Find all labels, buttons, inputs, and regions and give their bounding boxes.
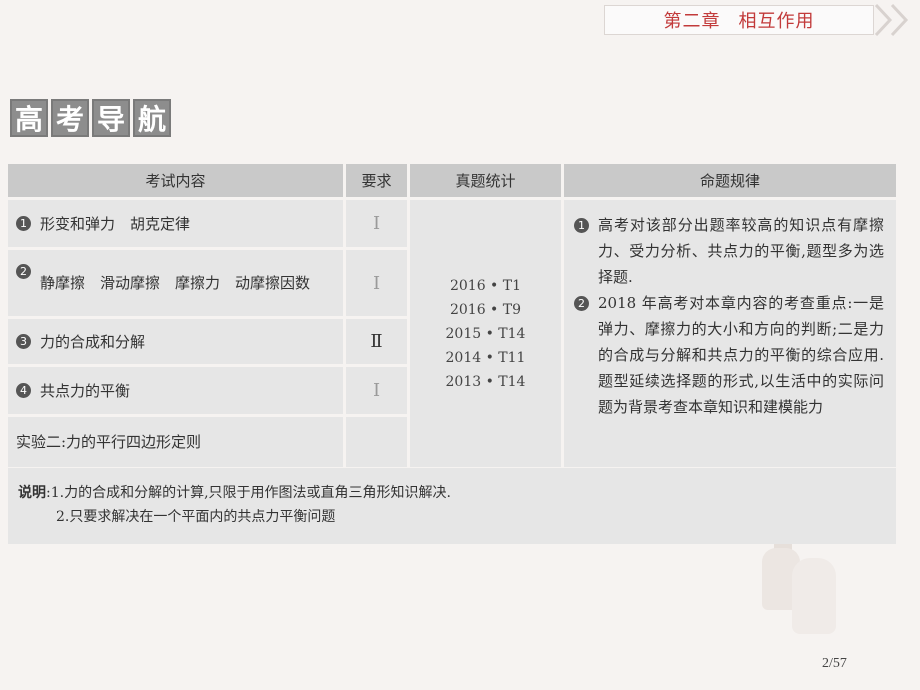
table-row: 1 形变和弹力 胡克定律 bbox=[8, 200, 343, 247]
table-row: 2 静摩擦 滑动摩擦 摩擦力 动摩擦因数 bbox=[8, 250, 343, 316]
background-decoration bbox=[792, 558, 836, 634]
header-rules: 命题规律 bbox=[564, 164, 896, 197]
header-requirement: 要求 bbox=[346, 164, 407, 197]
stat-entry: 2014 • T11 bbox=[445, 349, 526, 366]
note-line: 2.只要求解决在一个平面内的共点力平衡问题 bbox=[56, 509, 336, 525]
rule-number: 2 bbox=[574, 296, 589, 311]
stat-entry: 2015 • T14 bbox=[445, 325, 526, 342]
chapter-title: 相互作用 bbox=[738, 11, 815, 32]
stat-entry: 2013 • T14 bbox=[445, 373, 526, 390]
heading-char: 航 bbox=[133, 99, 171, 137]
note-box: 说明:1.力的合成和分解的计算,只限于用作图法或直角三角形知识解决. 2.只要求… bbox=[8, 468, 896, 544]
section-heading: 高 考 导 航 bbox=[10, 99, 171, 137]
chapter-number: 第二章 bbox=[663, 11, 721, 32]
requirement-level: Ⅰ bbox=[346, 367, 407, 414]
chevron-right-icon bbox=[874, 3, 909, 37]
content-text: 静摩擦 滑动摩擦 摩擦力 动摩擦因数 bbox=[40, 274, 311, 292]
stat-entry: 2016 • T1 bbox=[449, 277, 522, 294]
requirement-level bbox=[346, 417, 407, 467]
item-number: 1 bbox=[16, 216, 31, 231]
content-text: 实验二:力的平行四边形定则 bbox=[16, 433, 202, 451]
exam-rules: 1 高考对该部分出题率较高的知识点有摩擦力、受力分析、共点力的平衡,题型多为选择… bbox=[564, 200, 896, 467]
header-statistics: 真题统计 bbox=[410, 164, 561, 197]
content-text: 共点力的平衡 bbox=[40, 381, 131, 400]
table-row: 3 力的合成和分解 bbox=[8, 319, 343, 364]
content-text: 力的合成和分解 bbox=[40, 332, 146, 351]
note-line: :1.力的合成和分解的计算,只限于用作图法或直角三角形知识解决. bbox=[46, 485, 451, 501]
rule-text: 高考对该部分出题率较高的知识点有摩擦力、受力分析、共点力的平衡,题型多为选择题. bbox=[598, 216, 884, 286]
requirement-level: Ⅱ bbox=[346, 319, 407, 364]
requirement-level: Ⅰ bbox=[346, 250, 407, 316]
rule-item: 1 高考对该部分出题率较高的知识点有摩擦力、受力分析、共点力的平衡,题型多为选择… bbox=[574, 212, 884, 290]
heading-char: 导 bbox=[92, 99, 130, 137]
rule-text: 2018 年高考对本章内容的考查重点:一是弹力、摩擦力的大小和方向的判断;二是力… bbox=[598, 294, 884, 416]
stat-entry: 2016 • T9 bbox=[449, 301, 522, 318]
item-number: 3 bbox=[16, 334, 31, 349]
item-number: 4 bbox=[16, 383, 31, 398]
item-number: 2 bbox=[16, 264, 31, 279]
page-number: 2/57 bbox=[822, 656, 847, 671]
requirement-level: Ⅰ bbox=[346, 200, 407, 247]
note-label: 说明 bbox=[18, 485, 46, 501]
rule-number: 1 bbox=[574, 218, 589, 233]
table-row: 实验二:力的平行四边形定则 bbox=[8, 417, 343, 467]
chapter-banner: 第二章 相互作用 bbox=[604, 5, 874, 35]
heading-char: 考 bbox=[51, 99, 89, 137]
rule-item: 2 2018 年高考对本章内容的考查重点:一是弹力、摩擦力的大小和方向的判断;二… bbox=[574, 290, 884, 420]
header-content: 考试内容 bbox=[8, 164, 343, 197]
table-row: 4 共点力的平衡 bbox=[8, 367, 343, 414]
content-text: 形变和弹力 胡克定律 bbox=[40, 214, 191, 233]
heading-char: 高 bbox=[10, 99, 48, 137]
exam-statistics: 2016 • T1 2016 • T9 2015 • T14 2014 • T1… bbox=[410, 200, 561, 467]
